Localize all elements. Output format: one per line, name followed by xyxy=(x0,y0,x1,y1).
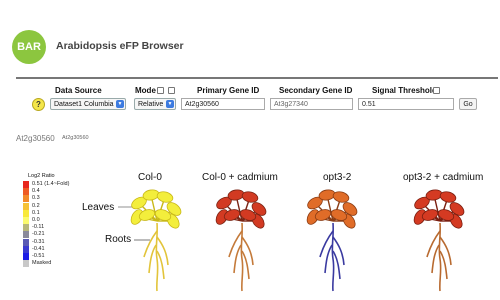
root xyxy=(332,236,345,266)
root xyxy=(319,230,334,258)
root xyxy=(156,236,169,266)
root xyxy=(439,236,452,266)
root xyxy=(240,222,244,292)
plant-label-col0-cadmium: Col-0 + cadmium xyxy=(202,172,278,183)
roots xyxy=(143,222,169,292)
root xyxy=(228,230,243,258)
root xyxy=(143,230,158,258)
leaves xyxy=(413,189,465,229)
root xyxy=(148,244,157,274)
leaves xyxy=(215,189,267,229)
leaves xyxy=(306,189,358,229)
root xyxy=(155,222,159,292)
root xyxy=(233,244,242,274)
root xyxy=(431,244,440,274)
leaves xyxy=(130,189,182,229)
root xyxy=(331,222,335,292)
root xyxy=(438,222,442,292)
root xyxy=(426,230,441,258)
plant-label-opt3-cadmium: opt3-2 + cadmium xyxy=(403,172,484,183)
roots xyxy=(228,222,254,292)
plant-diagram xyxy=(413,189,465,292)
root xyxy=(324,244,333,274)
plant-diagram xyxy=(130,189,182,292)
root xyxy=(241,236,254,266)
plant-diagram xyxy=(215,189,267,292)
roots xyxy=(426,222,452,292)
plant-diagram xyxy=(306,189,358,292)
plant-label-opt3: opt3-2 xyxy=(323,172,352,183)
plant-label-col0: Col-0 xyxy=(138,172,162,183)
roots xyxy=(319,222,345,292)
